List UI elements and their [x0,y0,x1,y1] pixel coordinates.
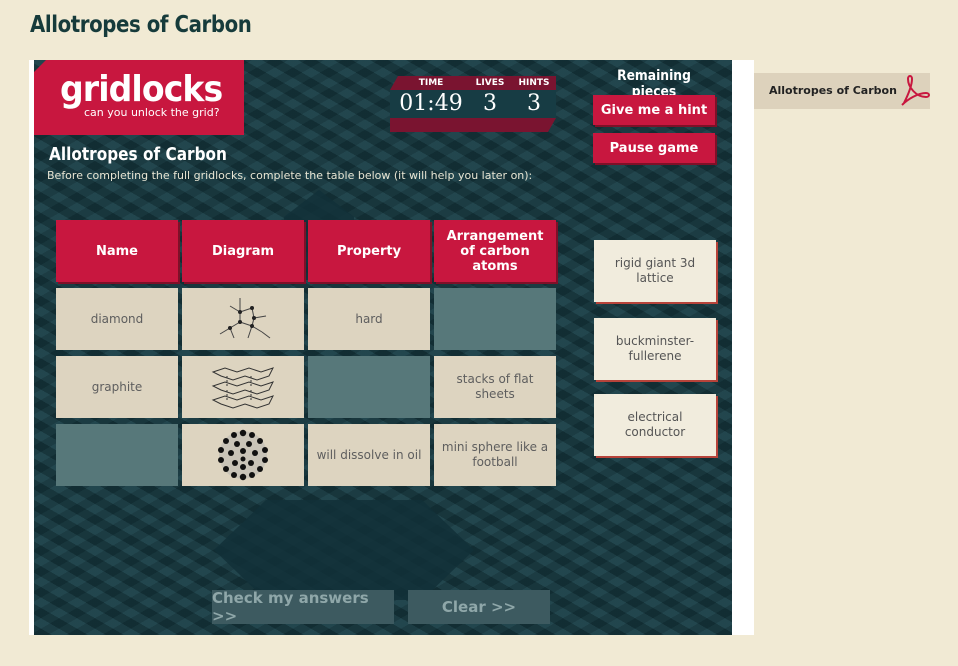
answer-piece[interactable]: electrical conductor [594,394,716,456]
pdf-attachment-label: Allotropes of Carbon [769,84,897,97]
cell-arrangement-fullerene: mini sphere like a football [434,424,556,486]
drop-slot-arrangement-diamond[interactable] [434,288,556,350]
page-title: Allotropes of Carbon [30,12,252,38]
time-value: 01:49 [399,91,463,116]
logo-name: gridlocks [60,69,223,110]
cell-name-graphite: graphite [56,356,178,418]
gridlocks-logo: gridlocks can you unlock the grid? [34,60,244,135]
diamond-structure-icon [219,298,271,339]
cell-diagram-diamond [182,288,304,350]
check-answers-button[interactable]: Check my answers >> [212,589,394,625]
stats-band [390,118,556,132]
lives-label: LIVES [475,78,505,88]
pause-button[interactable]: Pause game [593,133,715,163]
cell-arrangement-graphite: stacks of flat sheets [434,356,556,418]
answer-piece[interactable]: buckminster-fullerene [594,318,716,380]
cell-property-fullerene: will dissolve in oil [308,424,430,486]
graphite-layers-icon [211,367,274,409]
drop-slot-name-fullerene[interactable] [56,424,178,486]
clear-button[interactable]: Clear >> [408,590,550,624]
cell-name-diamond: diamond [56,288,178,350]
header-diagram: Diagram [182,220,304,282]
answer-piece[interactable]: rigid giant 3d lattice [594,240,716,302]
activity-instructions: Before completing the full gridlocks, co… [47,169,533,182]
hints-value: 3 [527,91,541,116]
drop-slot-property-graphite[interactable] [308,356,430,418]
pdf-attachment-link[interactable]: Allotropes of Carbon [754,73,930,109]
stats-panel: TIME LIVES HINTS 01:49 3 3 [390,76,556,134]
hints-label: HINTS [518,78,550,88]
lives-value: 3 [483,91,497,116]
header-name: Name [56,220,178,282]
hint-button[interactable]: Give me a hint [593,95,715,125]
cell-property-diamond: hard [308,288,430,350]
cell-diagram-fullerene [182,424,304,486]
cell-diagram-graphite [182,356,304,418]
game-board: gridlocks can you unlock the grid? TIME … [34,60,732,635]
header-property: Property [308,220,430,282]
header-arrangement: Arrangement of carbon atoms [434,220,556,282]
background-shape [214,500,474,600]
pdf-icon [901,75,930,106]
time-label: TIME [418,78,444,88]
buckminsterfullerene-icon [218,429,268,481]
activity-title: Allotropes of Carbon [49,144,227,165]
logo-tagline: can you unlock the grid? [84,106,220,119]
